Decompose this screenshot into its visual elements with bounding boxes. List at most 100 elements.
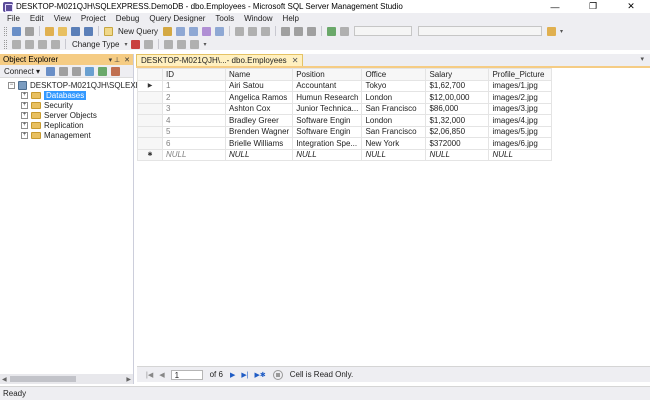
- table-cell[interactable]: London: [361, 114, 427, 127]
- table-row[interactable]: 5 Brenden Wagner Software Engin San Fran…: [137, 125, 553, 138]
- table-cell[interactable]: Tokyo: [361, 79, 427, 92]
- table-cell[interactable]: Brielle Williams: [224, 137, 294, 150]
- table-row[interactable]: ▶ 1 Airi Satou Accountant Tokyo $1,62,70…: [137, 79, 553, 92]
- table-cell[interactable]: Bradley Greer: [224, 114, 294, 127]
- menu-edit[interactable]: Edit: [25, 14, 49, 23]
- show-diagram-pane-icon[interactable]: [12, 39, 21, 49]
- last-record-icon[interactable]: ▶|: [241, 371, 248, 379]
- copy-icon[interactable]: [248, 26, 258, 36]
- mdx-query-icon[interactable]: [189, 26, 199, 36]
- forward-icon[interactable]: [25, 26, 34, 36]
- debug-target-icon[interactable]: [327, 26, 337, 36]
- null-cell[interactable]: NULL: [425, 148, 490, 161]
- expand-icon[interactable]: +: [21, 131, 28, 139]
- execute-sql-icon[interactable]: [131, 39, 141, 49]
- table-cell[interactable]: Software Engin: [292, 114, 363, 127]
- table-cell[interactable]: 3: [162, 102, 226, 115]
- minimize-button[interactable]: —: [536, 0, 574, 13]
- close-button[interactable]: ✕: [612, 0, 650, 13]
- connect-object-explorer-icon[interactable]: [46, 66, 56, 76]
- table-cell[interactable]: images/2.jpg: [488, 91, 553, 104]
- verify-sql-icon[interactable]: [144, 39, 154, 49]
- xmla-query-icon[interactable]: [215, 26, 225, 36]
- menu-window[interactable]: Window: [239, 14, 277, 23]
- database-query-icon[interactable]: [163, 26, 173, 36]
- dmx-query-icon[interactable]: [202, 26, 212, 36]
- table-cell[interactable]: 1: [162, 79, 226, 92]
- menu-debug[interactable]: Debug: [111, 14, 145, 23]
- table-cell[interactable]: Airi Satou: [224, 79, 294, 92]
- scroll-left-icon[interactable]: ◀: [2, 376, 7, 383]
- start-icon[interactable]: [340, 26, 350, 36]
- scrollbar-thumb[interactable]: [10, 376, 76, 382]
- table-cell[interactable]: images/1.jpg: [488, 79, 553, 92]
- connect-button[interactable]: Connect ▾: [4, 67, 40, 76]
- table-row[interactable]: 6 Brielle Williams Integration Spe... Ne…: [137, 137, 553, 150]
- menu-tools[interactable]: Tools: [210, 14, 239, 23]
- collapse-icon[interactable]: −: [8, 81, 15, 89]
- table-cell[interactable]: 6: [162, 137, 226, 150]
- table-cell[interactable]: New York: [361, 137, 427, 150]
- table-cell[interactable]: $372000: [425, 137, 490, 150]
- menu-help[interactable]: Help: [278, 14, 304, 23]
- cut-icon[interactable]: [235, 26, 245, 36]
- chevron-down-icon[interactable]: ▾: [124, 41, 127, 48]
- solution-platforms-combo[interactable]: [418, 26, 543, 36]
- table-row[interactable]: 2 Angelica Ramos Humun Research London $…: [137, 91, 553, 104]
- tab-dbo-employees[interactable]: DESKTOP-M021QJH\...- dbo.Employees ✕: [136, 54, 304, 66]
- row-selector[interactable]: [137, 137, 163, 150]
- back-icon[interactable]: [12, 26, 21, 36]
- close-icon[interactable]: ✕: [124, 56, 130, 64]
- toolbar-options-icon[interactable]: ▾: [560, 28, 563, 35]
- table-cell[interactable]: Software Engin: [292, 125, 363, 138]
- refresh-icon[interactable]: [98, 66, 108, 76]
- new-project-icon[interactable]: [45, 26, 54, 36]
- table-cell[interactable]: images/6.jpg: [488, 137, 553, 150]
- column-header-salary[interactable]: Salary: [425, 68, 490, 81]
- new-row-marker-icon[interactable]: ✱: [137, 148, 163, 161]
- table-row[interactable]: 4 Bradley Greer Software Engin London $1…: [137, 114, 553, 127]
- navigate-icon[interactable]: [307, 26, 317, 36]
- null-cell[interactable]: NULL: [361, 148, 427, 161]
- toolbar-options-icon[interactable]: ▾: [203, 41, 206, 48]
- null-cell[interactable]: NULL: [224, 148, 294, 161]
- row-selector[interactable]: [137, 102, 163, 115]
- add-table-icon[interactable]: [177, 39, 187, 49]
- row-selector[interactable]: [137, 91, 163, 104]
- null-cell[interactable]: NULL: [292, 148, 363, 161]
- show-criteria-pane-icon[interactable]: [25, 39, 34, 49]
- toolbar-grip[interactable]: [4, 26, 7, 36]
- tab-list-dropdown-icon[interactable]: ▾: [640, 55, 644, 63]
- table-cell[interactable]: San Francisco: [361, 125, 427, 138]
- table-cell[interactable]: $1,32,000: [425, 114, 490, 127]
- stop-icon[interactable]: [72, 66, 82, 76]
- tree-node-databases[interactable]: + Databases: [0, 90, 133, 100]
- tree-node-security[interactable]: + Security: [0, 100, 133, 110]
- table-cell[interactable]: $1,62,700: [425, 79, 490, 92]
- table-cell[interactable]: images/3.jpg: [488, 102, 553, 115]
- current-row-marker-icon[interactable]: ▶: [137, 79, 163, 92]
- object-explorer-horizontal-scrollbar[interactable]: ◀ ▶: [0, 374, 133, 384]
- table-cell[interactable]: Junior Technica...: [292, 102, 363, 115]
- tree-node-server-objects[interactable]: + Server Objects: [0, 110, 133, 120]
- activity-monitor-icon[interactable]: [111, 66, 121, 76]
- table-cell[interactable]: Humun Research: [292, 91, 363, 104]
- expand-icon[interactable]: +: [21, 101, 28, 109]
- show-sql-pane-icon[interactable]: [38, 39, 47, 49]
- undo-icon[interactable]: [281, 26, 291, 36]
- save-icon[interactable]: [71, 26, 80, 36]
- tree-node-replication[interactable]: + Replication: [0, 120, 133, 130]
- redo-icon[interactable]: [294, 26, 304, 36]
- new-query-icon[interactable]: [104, 26, 113, 36]
- menu-query-designer[interactable]: Query Designer: [144, 14, 210, 23]
- current-record-input[interactable]: 1: [170, 369, 203, 380]
- previous-record-icon[interactable]: ◀: [159, 371, 164, 379]
- stop-icon[interactable]: [272, 369, 283, 380]
- pin-icon[interactable]: ▾ ⊥: [109, 56, 121, 64]
- table-cell[interactable]: $2,06,850: [425, 125, 490, 138]
- table-cell[interactable]: 2: [162, 91, 226, 104]
- table-cell[interactable]: $12,00,000: [425, 91, 490, 104]
- analysis-query-icon[interactable]: [176, 26, 186, 36]
- menu-view[interactable]: View: [49, 14, 76, 23]
- row-selector-header[interactable]: [137, 68, 163, 81]
